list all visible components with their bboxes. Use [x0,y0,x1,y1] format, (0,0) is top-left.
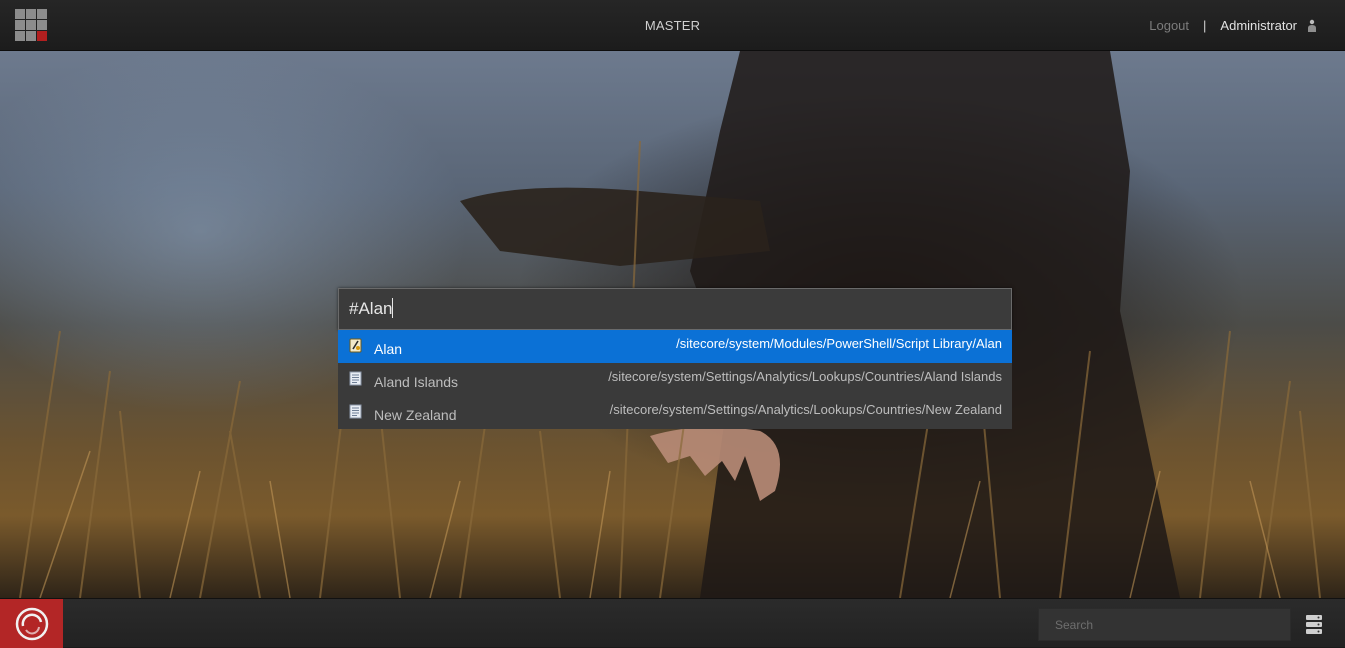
logout-link[interactable]: Logout [1149,18,1189,33]
top-bar: MASTER Logout | Administrator [0,0,1345,51]
search-input[interactable] [339,289,1011,329]
user-separator: | [1203,18,1207,33]
suggestion-path: /sitecore/system/Settings/Analytics/Look… [609,402,1002,417]
suggestion-list: Alan /sitecore/system/Modules/PowerShell… [338,330,1012,429]
document-icon [349,371,362,386]
sitecore-logo-icon [15,607,49,641]
suggestion-path: /sitecore/system/Modules/PowerShell/Scri… [676,336,1002,351]
text-caret [392,298,393,318]
script-icon [349,338,362,353]
suggestion-item[interactable]: New Zealand /sitecore/system/Settings/An… [338,396,1012,429]
suggestion-name: Aland Islands [374,374,459,390]
bottom-bar [0,598,1345,648]
database-icon[interactable] [1305,614,1323,635]
suggestion-name: New Zealand [374,407,457,423]
user-icon[interactable] [1307,19,1317,33]
database-name: MASTER [644,18,701,33]
start-button[interactable] [0,599,63,648]
user-name[interactable]: Administrator [1220,18,1297,33]
suggestion-item[interactable]: Aland Islands /sitecore/system/Settings/… [338,363,1012,396]
suggestion-name: Alan [374,341,403,357]
user-area: Logout | Administrator [1149,18,1317,33]
suggestion-path: /sitecore/system/Settings/Analytics/Look… [608,369,1002,384]
taskbar-search-input[interactable] [1038,608,1291,641]
search-box [338,288,1012,330]
document-icon [349,404,362,419]
suggestion-item[interactable]: Alan /sitecore/system/Modules/PowerShell… [338,330,1012,363]
